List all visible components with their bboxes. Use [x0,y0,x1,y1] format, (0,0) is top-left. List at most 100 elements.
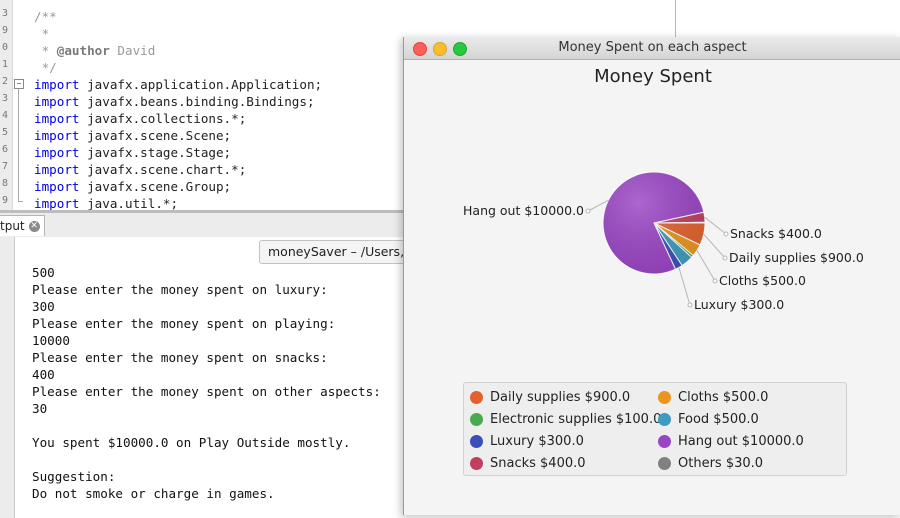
code-token: @author [56,43,110,58]
code-token: import [34,77,80,92]
code-token: javafx.scene.chart.*; [79,162,247,177]
line-number: 2 [1,76,8,87]
pie-label: Daily supplies $900.0 [729,250,864,265]
console-line: You spent $10000.0 on Play Outside mostl… [32,435,351,450]
pie-label: Cloths $500.0 [719,273,806,288]
legend-swatch [658,434,671,448]
code-token: import [34,179,80,194]
line-number: 5 [1,127,8,138]
code-line: import javafx.application.Application; [34,76,322,93]
window-close-button[interactable] [413,42,427,56]
pie-chart: Money Spent Daily supplies $900.0 Cloths … [404,60,900,515]
legend-label: Cloths $500.0 [678,389,769,405]
legend-label: Others $30.0 [678,455,764,471]
line-number: 6 [1,144,8,155]
legend-item: Cloths $500.0 [658,388,768,406]
window-minimize-button[interactable] [433,42,447,56]
legend-label: Daily supplies $900.0 [490,389,631,405]
fold-toggle-icon[interactable]: − [14,79,24,89]
legend-item: Electronic supplies $100.0 [470,410,661,428]
chart-legend: Daily supplies $900.0 Cloths $500.0 Electr… [463,382,847,476]
window-titlebar[interactable]: Money Spent on each aspect [404,37,900,60]
pie-label: Luxury $300.0 [694,297,784,312]
code-line: import javafx.beans.binding.Bindings; [34,93,315,110]
line-number: 3 [1,93,8,104]
label-leader-dot [712,278,718,284]
legend-label: Luxury $300.0 [490,433,584,449]
console-line: Please enter the money spent on other as… [32,384,381,399]
line-number: 8 [1,178,8,189]
window-title: Money Spent on each aspect [558,40,747,55]
pie-label: Snacks $400.0 [730,226,822,241]
code-line: */ [34,59,57,76]
code-token: javafx.scene.Group; [79,179,232,194]
code-line: * [34,25,50,42]
code-token: David [109,43,156,58]
output-tab[interactable]: tput ✕ [0,215,45,236]
line-number: 1 [1,59,8,70]
legend-swatch [470,412,483,426]
code-line: import javafx.scene.Scene; [34,127,231,144]
legend-swatch [658,412,671,426]
code-token: import [34,111,80,126]
label-leader-line [703,233,726,259]
line-number: 3 [1,8,8,19]
code-token: import [34,162,80,177]
label-leader-line [704,216,727,235]
code-line: import javafx.scene.chart.*; [34,161,246,178]
legend-item: Others $30.0 [658,454,763,472]
console-line: 500 [32,265,55,280]
code-line: import javafx.stage.Stage; [34,144,231,161]
legend-label: Hang out $10000.0 [678,433,804,449]
legend-item: Luxury $300.0 [470,432,584,450]
code-line: * @author David [34,42,156,59]
output-tab-label: tput [0,219,25,233]
chart-window: Money Spent on each aspect Money Spent D… [403,37,900,515]
console-line: Suggestion: [32,469,116,484]
close-icon[interactable]: ✕ [28,220,40,232]
code-token: java.util.*; [79,196,179,210]
legend-item: Snacks $400.0 [470,454,586,472]
code-token: import [34,145,80,160]
legend-swatch [470,434,483,448]
legend-item: Food $500.0 [658,410,759,428]
line-number-gutter: 3 9 0 1 2 3 4 5 6 7 8 9 [0,0,13,210]
code-line: import javafx.scene.Group; [34,178,231,195]
label-leader-line [678,267,691,306]
label-leader-line [696,250,716,282]
code-token: javafx.beans.binding.Bindings; [79,94,315,109]
legend-label: Snacks $400.0 [490,455,586,471]
label-leader-dot [723,231,729,237]
legend-label: Food $500.0 [678,411,759,427]
console-line: 30 [32,401,48,416]
line-number: 0 [1,42,8,53]
legend-swatch [658,456,671,470]
code-token: import [34,128,80,143]
legend-swatch [658,390,671,404]
code-token: javafx.collections.*; [79,111,247,126]
output-session-tab[interactable]: moneySaver – /Users, [259,240,414,264]
window-maximize-button[interactable] [453,42,467,56]
console-line: Please enter the money spent on snacks: [32,350,328,365]
legend-item: Hang out $10000.0 [658,432,804,450]
fold-guide-end [18,201,23,202]
fold-guide [18,89,19,201]
legend-item: Daily supplies $900.0 [470,388,630,406]
code-token: * [34,26,50,41]
code-token: javafx.scene.Scene; [79,128,232,143]
console-line: 10000 [32,333,70,348]
line-number: 7 [1,161,8,172]
line-number: 9 [1,25,8,36]
legend-swatch [470,390,483,404]
console-line: Please enter the money spent on luxury: [32,282,328,297]
label-leader-dot [687,302,693,308]
console-line: 300 [32,299,55,314]
pie-label: Hang out $10000.0 [463,203,584,218]
pie-chart-svg: Money Spent Daily supplies $900.0 Cloths … [463,66,864,312]
legend-label: Electronic supplies $100.0 [490,411,662,427]
console-line: 400 [32,367,55,382]
code-token: * [34,43,57,58]
code-token: javafx.stage.Stage; [79,145,232,160]
code-token: import [34,94,80,109]
console-line: Do not smoke or charge in games. [32,486,275,501]
